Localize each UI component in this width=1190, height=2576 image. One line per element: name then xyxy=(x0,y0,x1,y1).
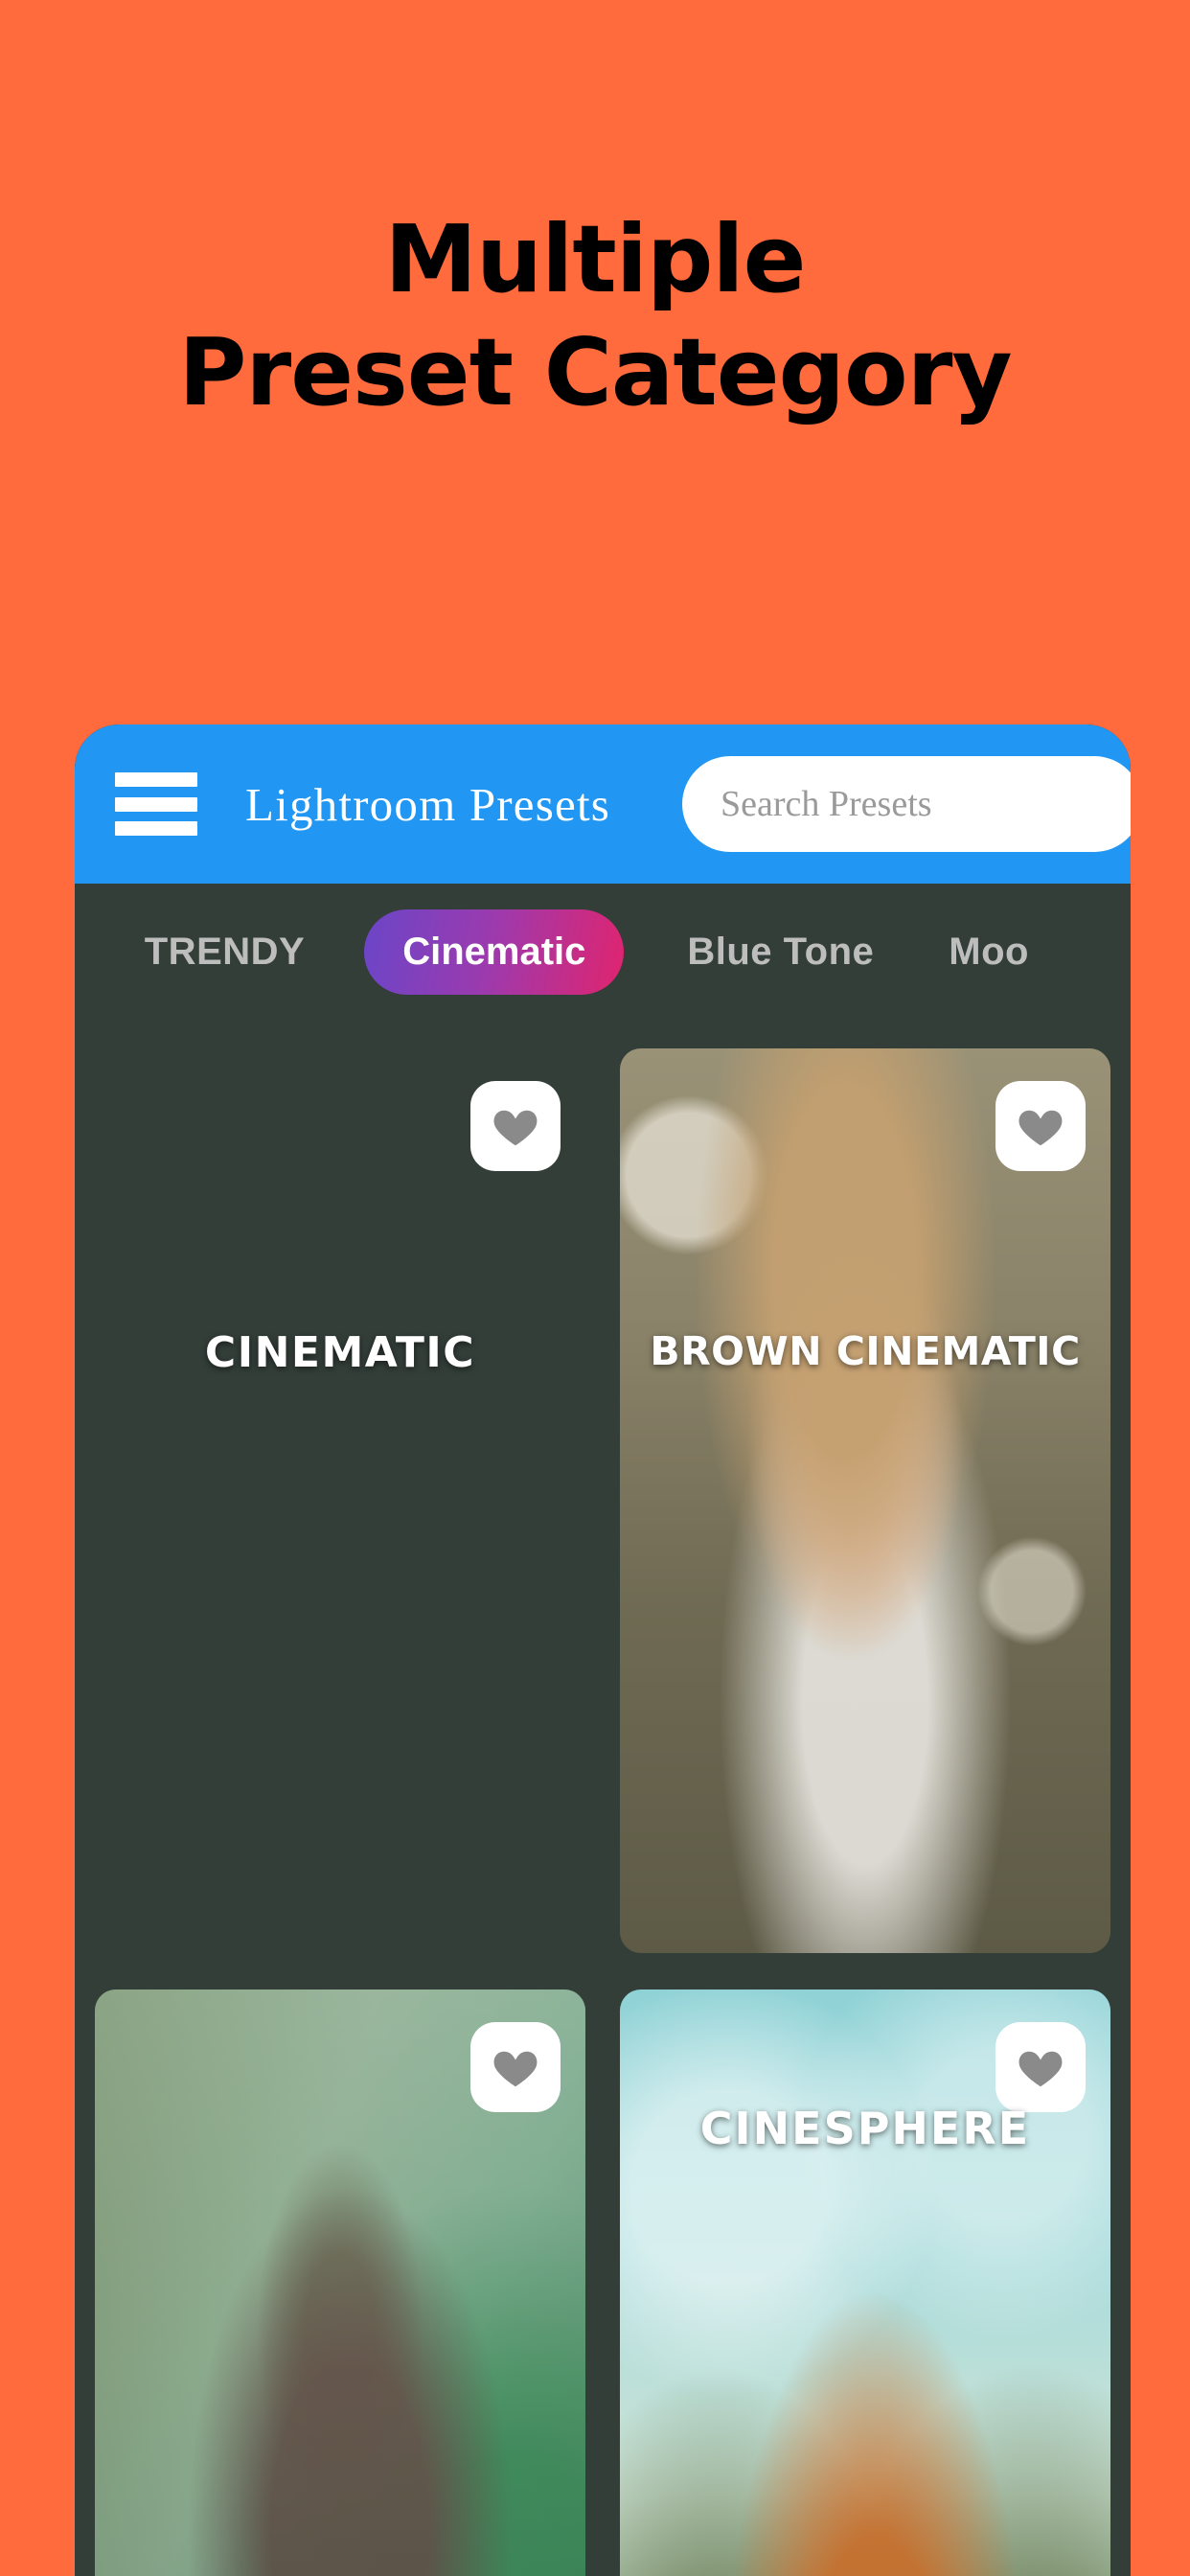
favorite-button[interactable] xyxy=(995,2022,1086,2112)
category-tab-bar[interactable]: e TRENDY Cinematic Blue Tone Moo xyxy=(75,884,1131,1020)
preset-thumbnail xyxy=(620,1048,1110,1953)
heart-icon xyxy=(1018,2051,1063,2087)
preset-card[interactable]: BROWN CINEMATIC xyxy=(620,1048,1110,1953)
hamburger-bar xyxy=(115,772,197,787)
hamburger-bar xyxy=(115,821,197,836)
search-bar[interactable] xyxy=(682,756,1131,852)
heart-icon xyxy=(493,2051,538,2087)
preset-card-label: CINESPHERE xyxy=(699,2103,1031,2154)
preset-card[interactable]: CINEMATIC xyxy=(95,1048,585,1953)
page-title-line-1: Multiple xyxy=(384,205,807,313)
category-tab-trendy[interactable]: TRENDY xyxy=(145,931,305,974)
preset-card-label: BROWN CINEMATIC xyxy=(650,1328,1081,1374)
preset-thumbnail xyxy=(95,1048,585,1953)
category-tab-partial-left[interactable]: e xyxy=(75,931,76,974)
preset-card[interactable] xyxy=(95,1990,585,2576)
heart-icon xyxy=(493,1110,538,1146)
app-bar: Lightroom Presets xyxy=(75,724,1131,884)
preset-card[interactable]: CINESPHERE xyxy=(620,1990,1110,2576)
hamburger-bar xyxy=(115,796,197,812)
preset-grid: CINEMATIC BROWN CINEMATIC CINESPHERE xyxy=(75,1020,1131,2576)
hamburger-menu-icon[interactable] xyxy=(115,772,197,836)
category-tab-moody[interactable]: Moo xyxy=(949,931,1029,974)
favorite-button[interactable] xyxy=(995,1081,1086,1171)
preset-card-label: CINEMATIC xyxy=(204,1328,476,1377)
app-title: Lightroom Presets xyxy=(245,777,611,831)
category-tab-blue-tone[interactable]: Blue Tone xyxy=(687,931,874,974)
favorite-button[interactable] xyxy=(470,1081,561,1171)
phone-mockup: Lightroom Presets e TRENDY Cinematic Blu… xyxy=(75,724,1131,2576)
page-title-line-2: Preset Category xyxy=(178,318,1012,426)
category-tab-cinematic[interactable]: Cinematic xyxy=(364,908,625,995)
page-title: Multiple Preset Category xyxy=(0,213,1190,419)
heart-icon xyxy=(1018,1110,1063,1146)
search-input[interactable] xyxy=(721,783,1131,825)
favorite-button[interactable] xyxy=(470,2022,561,2112)
